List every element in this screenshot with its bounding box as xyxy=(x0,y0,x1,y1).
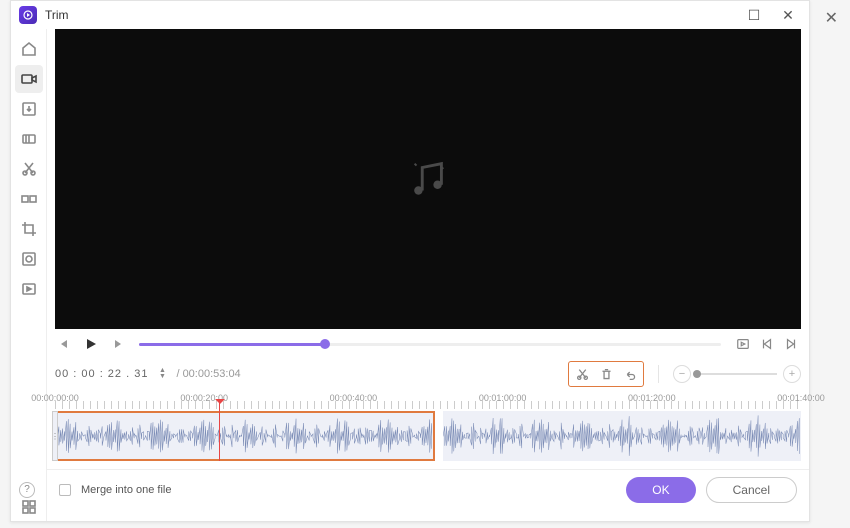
zoom-in-button[interactable]: + xyxy=(783,365,801,383)
progress-bar[interactable] xyxy=(139,343,721,346)
ruler-tick: 00:00:40:00 xyxy=(330,393,378,403)
zoom-group: − + xyxy=(673,365,801,383)
footer: ? Merge into one file OK Cancel xyxy=(47,469,809,509)
sidebar-trim-icon[interactable] xyxy=(15,155,43,183)
transport-bar xyxy=(47,329,809,359)
undo-button[interactable] xyxy=(619,364,641,384)
close-button[interactable]: ✕ xyxy=(775,5,801,25)
timeline-ruler: 00:00:00:0000:00:20:0000:00:40:0000:01:0… xyxy=(55,393,801,409)
sidebar-effect-icon[interactable] xyxy=(15,245,43,273)
zoom-out-button[interactable]: − xyxy=(673,365,691,383)
music-note-icon xyxy=(405,156,451,202)
prev-frame-button[interactable] xyxy=(55,334,75,354)
ruler-tick: 00:00:00:00 xyxy=(31,393,79,403)
app-icon xyxy=(19,6,37,24)
progress-knob[interactable] xyxy=(320,339,330,349)
timecode-display: 00 : 00 : 22 . 31 xyxy=(55,368,148,380)
main-area: 00 : 00 : 22 . 31 ▲▼ / 00:00:53:04 − + 0… xyxy=(47,29,809,521)
next-frame-button[interactable] xyxy=(107,334,127,354)
clip[interactable] xyxy=(443,411,801,461)
sidebar-record-icon[interactable] xyxy=(15,275,43,303)
timeline[interactable] xyxy=(55,411,801,461)
duration-display: / 00:00:53:04 xyxy=(176,368,240,380)
sidebar-compress-icon[interactable] xyxy=(15,125,43,153)
maximize-button[interactable]: ☐ xyxy=(741,5,767,25)
sidebar-download-icon[interactable] xyxy=(15,95,43,123)
clip[interactable] xyxy=(55,411,435,461)
ruler-tick: 00:01:00:00 xyxy=(479,393,527,403)
progress-fill xyxy=(139,343,325,346)
zoom-slider[interactable] xyxy=(697,373,777,375)
sidebar-video-icon[interactable] xyxy=(15,65,43,93)
clip-handle-left[interactable] xyxy=(52,411,58,461)
delete-button[interactable] xyxy=(595,364,617,384)
window-title: Trim xyxy=(45,8,69,22)
skip-back-button[interactable] xyxy=(757,334,777,354)
preview-pane xyxy=(55,29,801,329)
time-row: 00 : 00 : 22 . 31 ▲▼ / 00:00:53:04 − + xyxy=(47,359,809,389)
playhead[interactable] xyxy=(219,399,220,461)
cancel-button[interactable]: Cancel xyxy=(706,477,797,503)
ruler-tick: 00:01:20:00 xyxy=(628,393,676,403)
sidebar-home-icon[interactable] xyxy=(15,35,43,63)
ruler-tick: 00:01:40:00 xyxy=(777,393,825,403)
sidebar xyxy=(11,29,47,521)
help-icon[interactable]: ? xyxy=(19,482,35,498)
merge-label: Merge into one file xyxy=(81,484,172,496)
sidebar-merge-icon[interactable] xyxy=(15,185,43,213)
cut-button[interactable] xyxy=(571,364,593,384)
outer-close-button[interactable]: ✕ xyxy=(825,8,838,28)
snapshot-button[interactable] xyxy=(733,334,753,354)
merge-checkbox[interactable] xyxy=(59,484,71,496)
titlebar: Trim — ☐ ✕ xyxy=(11,1,809,29)
sidebar-crop-icon[interactable] xyxy=(15,215,43,243)
play-button[interactable] xyxy=(81,334,101,354)
ok-button[interactable]: OK xyxy=(626,477,695,503)
edit-tool-group xyxy=(568,361,644,387)
timecode-stepper[interactable]: ▲▼ xyxy=(156,368,168,380)
skip-fwd-button[interactable] xyxy=(781,334,801,354)
trim-window: Trim — ☐ ✕ xyxy=(10,0,810,522)
